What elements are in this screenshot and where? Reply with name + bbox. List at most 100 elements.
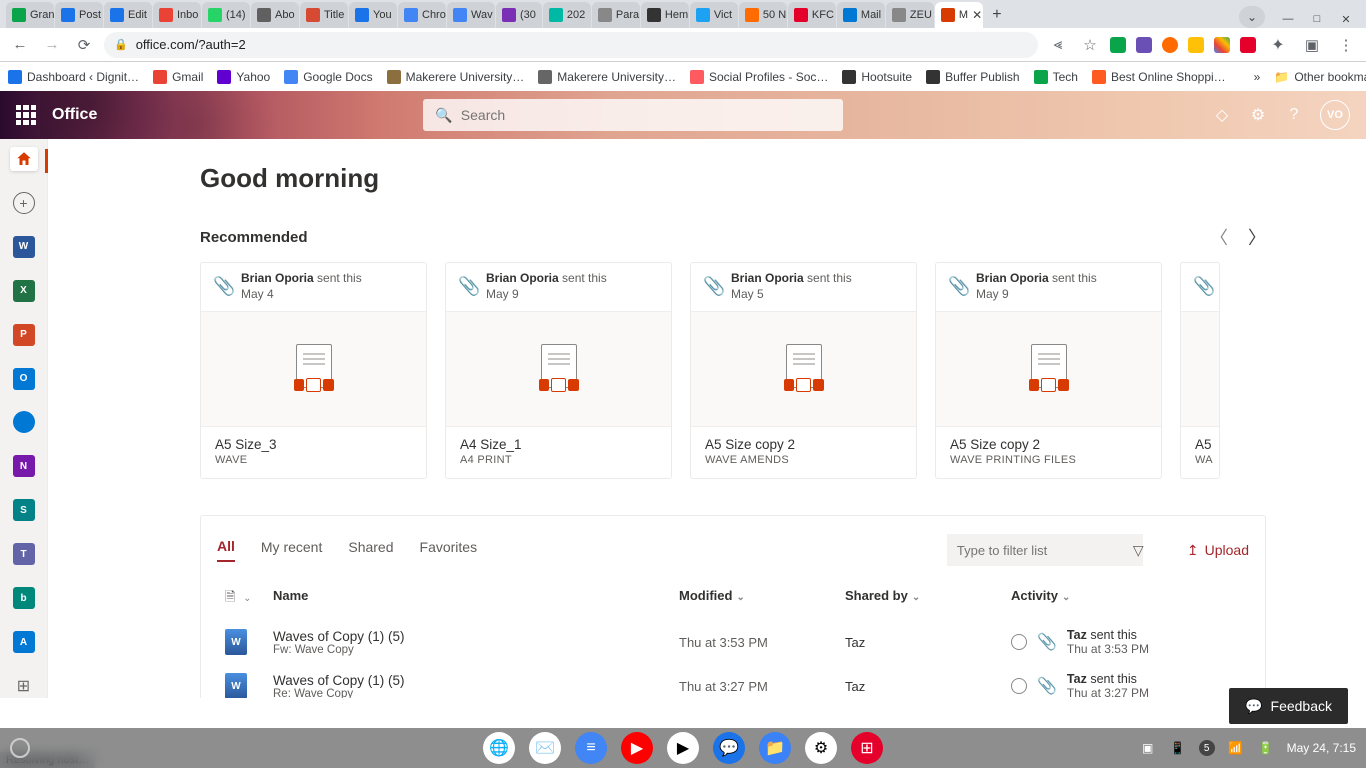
rail-home-button[interactable] (10, 147, 38, 171)
browser-tab[interactable]: Abo (251, 2, 299, 28)
dock-docs-icon[interactable]: ≡ (575, 732, 607, 764)
tray-battery-icon[interactable]: 🔋 (1257, 739, 1275, 757)
col-modified[interactable]: Modified⌄ (679, 588, 845, 610)
tray-panel-icon[interactable]: ▣ (1139, 739, 1157, 757)
recommended-card[interactable]: 📎Brian Oporia sent thisMay 9A4 Size_1A4 … (445, 262, 672, 479)
filter-box[interactable]: ▽ (947, 534, 1143, 566)
browser-tab[interactable]: 202 (543, 2, 591, 28)
start-button[interactable] (10, 738, 30, 758)
browser-tab[interactable]: KFC (788, 2, 836, 28)
rail-more-button[interactable]: A (10, 630, 38, 654)
extension-icon[interactable] (1162, 37, 1178, 53)
tab-recent[interactable]: My recent (261, 539, 322, 561)
bookmark-item[interactable]: Makerere University… (538, 70, 676, 84)
bookmark-item[interactable]: Best Online Shoppi… (1092, 70, 1226, 84)
rail-outlook-button[interactable]: O (10, 367, 38, 391)
browser-tab[interactable]: (14) (202, 2, 250, 28)
extensions-button[interactable]: ✦ (1266, 33, 1290, 57)
side-panel-button[interactable]: ▣ (1300, 33, 1324, 57)
settings-icon[interactable]: ⚙ (1248, 105, 1268, 125)
extension-icon[interactable] (1188, 37, 1204, 53)
reco-prev-button[interactable]: 〈 (1210, 224, 1228, 250)
rail-sharepoint-button[interactable]: S (10, 498, 38, 522)
bookmark-item[interactable]: Google Docs (284, 70, 372, 84)
other-bookmarks-folder[interactable]: 📁 Other bookmarks (1274, 70, 1366, 84)
back-button[interactable]: ← (8, 33, 32, 57)
rail-powerpoint-button[interactable]: P (10, 323, 38, 347)
browser-tab[interactable]: ZEU (886, 2, 934, 28)
tab-close-button[interactable]: ✕ (972, 8, 982, 22)
browser-menu-button[interactable]: ⋮ (1334, 33, 1358, 57)
extension-icon[interactable] (1214, 37, 1230, 53)
rail-onedrive-button[interactable] (10, 411, 38, 435)
reload-button[interactable]: ⟳ (72, 33, 96, 57)
tray-badge-icon[interactable]: 5 (1199, 740, 1215, 756)
browser-tab[interactable]: Edit (104, 2, 152, 28)
browser-tab[interactable]: Para (592, 2, 640, 28)
browser-tab[interactable]: Post (55, 2, 103, 28)
browser-tab[interactable]: Inbo (153, 2, 201, 28)
browser-tab[interactable]: You (349, 2, 397, 28)
rail-onenote-button[interactable]: N (10, 454, 38, 478)
bookmark-item[interactable]: Hootsuite (842, 70, 912, 84)
tab-favorites[interactable]: Favorites (420, 539, 478, 561)
tab-shared[interactable]: Shared (348, 539, 393, 561)
dock-chrome-icon[interactable]: 🌐 (483, 732, 515, 764)
tray-phone-icon[interactable]: 📱 (1169, 739, 1187, 757)
address-bar[interactable]: 🔒 office.com/?auth=2 (104, 32, 1038, 58)
rail-excel-button[interactable]: X (10, 279, 38, 303)
file-row[interactable]: WWaves of Copy (1) (5)Fw: Wave CopyThu a… (217, 620, 1249, 664)
bookmark-item[interactable]: Yahoo (217, 70, 270, 84)
col-activity[interactable]: Activity⌄ (1011, 588, 1249, 610)
dock-app-icon[interactable]: ⚙ (805, 732, 837, 764)
tab-all[interactable]: All (217, 538, 235, 562)
recommended-card[interactable]: 📎Brian Oporia sent thisMay 4A5 Size_3WAV… (200, 262, 427, 479)
window-close-button[interactable]: ✕ (1336, 10, 1356, 28)
dock-files-icon[interactable]: 📁 (759, 732, 791, 764)
dock-play-icon[interactable]: ▶ (667, 732, 699, 764)
browser-tab[interactable]: Chro (398, 2, 446, 28)
browser-tab[interactable]: Hem (641, 2, 689, 28)
clock[interactable]: May 24, 7:15 (1287, 741, 1356, 755)
dock-youtube-icon[interactable]: ▶ (621, 732, 653, 764)
bookmark-item[interactable]: Makerere University… (387, 70, 525, 84)
rail-create-button[interactable]: + (10, 191, 38, 215)
browser-tab[interactable]: 50 N (739, 2, 787, 28)
new-tab-button[interactable]: + (984, 2, 1010, 28)
browser-tab[interactable]: (30 (496, 2, 542, 28)
bookmark-item[interactable]: Tech (1034, 70, 1078, 84)
bookmark-star-button[interactable]: ☆ (1078, 33, 1102, 57)
bookmark-item[interactable]: Social Profiles - Soc… (690, 70, 828, 84)
dock-app2-icon[interactable]: ⊞ (851, 732, 883, 764)
tabs-dropdown-button[interactable]: ⌄ (1239, 6, 1265, 28)
rail-word-button[interactable]: W (10, 235, 38, 259)
bookmark-item[interactable]: Gmail (153, 70, 203, 84)
account-avatar[interactable]: VO (1320, 100, 1350, 130)
rail-teams-button[interactable]: T (10, 542, 38, 566)
browser-tab[interactable]: Mail (837, 2, 885, 28)
col-type-icon[interactable]: 🗎 ⌄ (217, 588, 273, 610)
premium-icon[interactable]: ◇ (1212, 105, 1232, 125)
bookmark-item[interactable]: Buffer Publish (926, 70, 1020, 84)
extension-icon[interactable] (1110, 37, 1126, 53)
dock-gmail-icon[interactable]: ✉️ (529, 732, 561, 764)
recommended-card[interactable]: 📎Brian Oporia sent thisMay 9A5 Size copy… (935, 262, 1162, 479)
search-input[interactable] (461, 107, 832, 123)
col-name[interactable]: Name (273, 588, 679, 610)
filter-icon[interactable]: ▽ (1133, 542, 1144, 559)
bookmark-item[interactable]: Dashboard ‹ Dignit… (8, 70, 139, 84)
extension-icon[interactable] (1240, 37, 1256, 53)
upload-button[interactable]: ↥ Upload (1187, 542, 1249, 559)
help-icon[interactable]: ? (1284, 105, 1304, 125)
reco-next-button[interactable]: 〉 (1248, 224, 1266, 250)
extension-icon[interactable] (1136, 37, 1152, 53)
forward-button[interactable]: → (40, 33, 64, 57)
rail-apps-button[interactable]: ⊞ (10, 674, 38, 698)
tray-wifi-icon[interactable]: 📶 (1227, 739, 1245, 757)
filter-input[interactable] (957, 543, 1133, 558)
search-box[interactable]: 🔍 (423, 99, 843, 131)
rail-bing-button[interactable]: b (10, 586, 38, 610)
feedback-button[interactable]: 💬 Feedback (1229, 688, 1348, 724)
recommended-card[interactable]: 📎A5WA (1180, 262, 1220, 479)
recommended-card[interactable]: 📎Brian Oporia sent thisMay 5A5 Size copy… (690, 262, 917, 479)
